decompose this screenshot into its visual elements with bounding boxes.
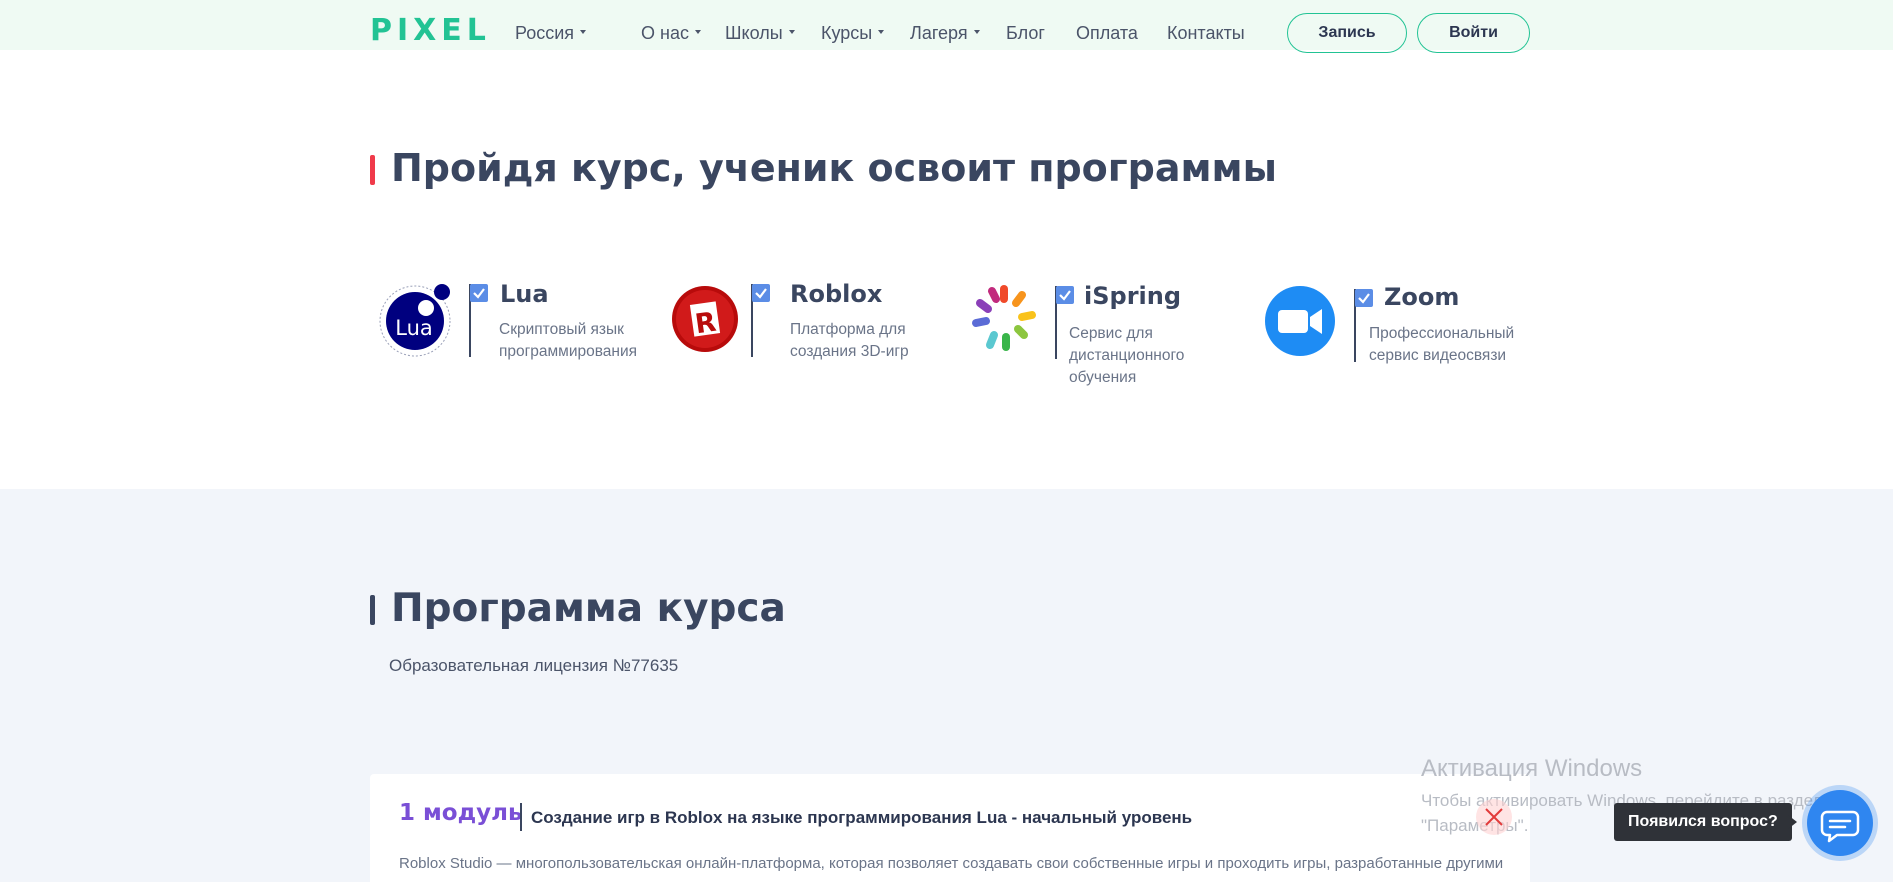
program-name: iSpring — [1084, 282, 1182, 310]
region-label: Россия — [515, 23, 575, 43]
login-button[interactable]: Войти — [1417, 13, 1530, 53]
caret-down-icon — [788, 30, 795, 35]
tooltip-arrow — [1788, 815, 1797, 829]
nav-item-camps[interactable]: Лагеря — [910, 20, 980, 46]
section-title-programs: Пройдя курс, ученик освоит программы — [391, 146, 1277, 190]
program-description: Профессиональный сервис видеосвязи — [1369, 325, 1515, 364]
title-accent-bar — [370, 155, 375, 185]
nav-item-schools[interactable]: Школы — [725, 20, 795, 46]
module-number: 1 модуль — [399, 800, 523, 826]
caret-down-icon — [878, 30, 885, 35]
nav-item-label: Контакты — [1167, 23, 1245, 43]
pixel-logo[interactable]: PIXEL — [370, 14, 491, 48]
nav-item-payment[interactable]: Оплата — [1076, 20, 1138, 46]
nav-item-contacts[interactable]: Контакты — [1167, 20, 1245, 46]
logo-text: PIXEL — [370, 13, 491, 48]
nav-item-about[interactable]: О нас — [641, 20, 701, 46]
signup-button[interactable]: Запись — [1287, 13, 1407, 53]
checkbox-icon — [470, 284, 488, 302]
zoom-logo-icon — [1265, 286, 1335, 356]
close-icon[interactable] — [1476, 799, 1512, 835]
checkbox-icon — [1056, 286, 1074, 304]
caret-down-icon — [580, 30, 587, 35]
program-description: Сервис для дистанционного обучения — [1069, 325, 1185, 386]
chat-button[interactable] — [1807, 790, 1873, 856]
program-description: Платформа для создания 3D-игр — [790, 321, 909, 360]
ispring-logo-icon — [968, 283, 1040, 355]
chat-tooltip[interactable]: Появился вопрос? — [1614, 803, 1792, 841]
caret-down-icon — [694, 30, 701, 35]
chat-bubble-icon — [1820, 810, 1860, 843]
chat-tooltip-label: Появился вопрос? — [1628, 813, 1778, 830]
checkbox-icon — [1355, 289, 1373, 307]
windows-activation-title: Активация Windows — [1421, 755, 1643, 782]
nav-item-label: Оплата — [1076, 23, 1138, 43]
title-accent-bar — [370, 595, 375, 625]
program-name: Lua — [500, 280, 549, 308]
lua-logo-text: Lua — [395, 316, 433, 340]
nav-item-label: Курсы — [821, 23, 873, 43]
module-separator — [520, 803, 522, 831]
nav-item-label: Лагеря — [910, 23, 968, 43]
caret-down-icon — [973, 30, 980, 35]
nav-item-label: О нас — [641, 23, 689, 43]
lua-logo-icon: Lua — [378, 282, 454, 358]
nav-item-blog[interactable]: Блог — [1006, 20, 1045, 46]
roblox-logo-icon: R — [672, 286, 738, 352]
nav-item-courses[interactable]: Курсы — [821, 20, 885, 46]
checkbox-icon — [752, 284, 770, 302]
license-text: Образовательная лицензия №77635 — [389, 656, 679, 675]
nav-item-label: Школы — [725, 23, 783, 43]
region-selector[interactable]: Россия — [515, 20, 587, 46]
site-header: PIXEL Россия О нас Школы Курсы Лагеря Бл… — [0, 0, 1893, 53]
module-title: Создание игр в Roblox на языке программи… — [531, 808, 1193, 827]
section-title-course-program: Программа курса — [391, 586, 786, 631]
program-name: Roblox — [790, 280, 883, 308]
module-description: Roblox Studio — многопользовательская он… — [399, 855, 1504, 882]
nav-item-label: Блог — [1006, 23, 1045, 43]
program-name: Zoom — [1384, 283, 1460, 311]
program-description: Скриптовый язык программирования — [499, 321, 638, 360]
